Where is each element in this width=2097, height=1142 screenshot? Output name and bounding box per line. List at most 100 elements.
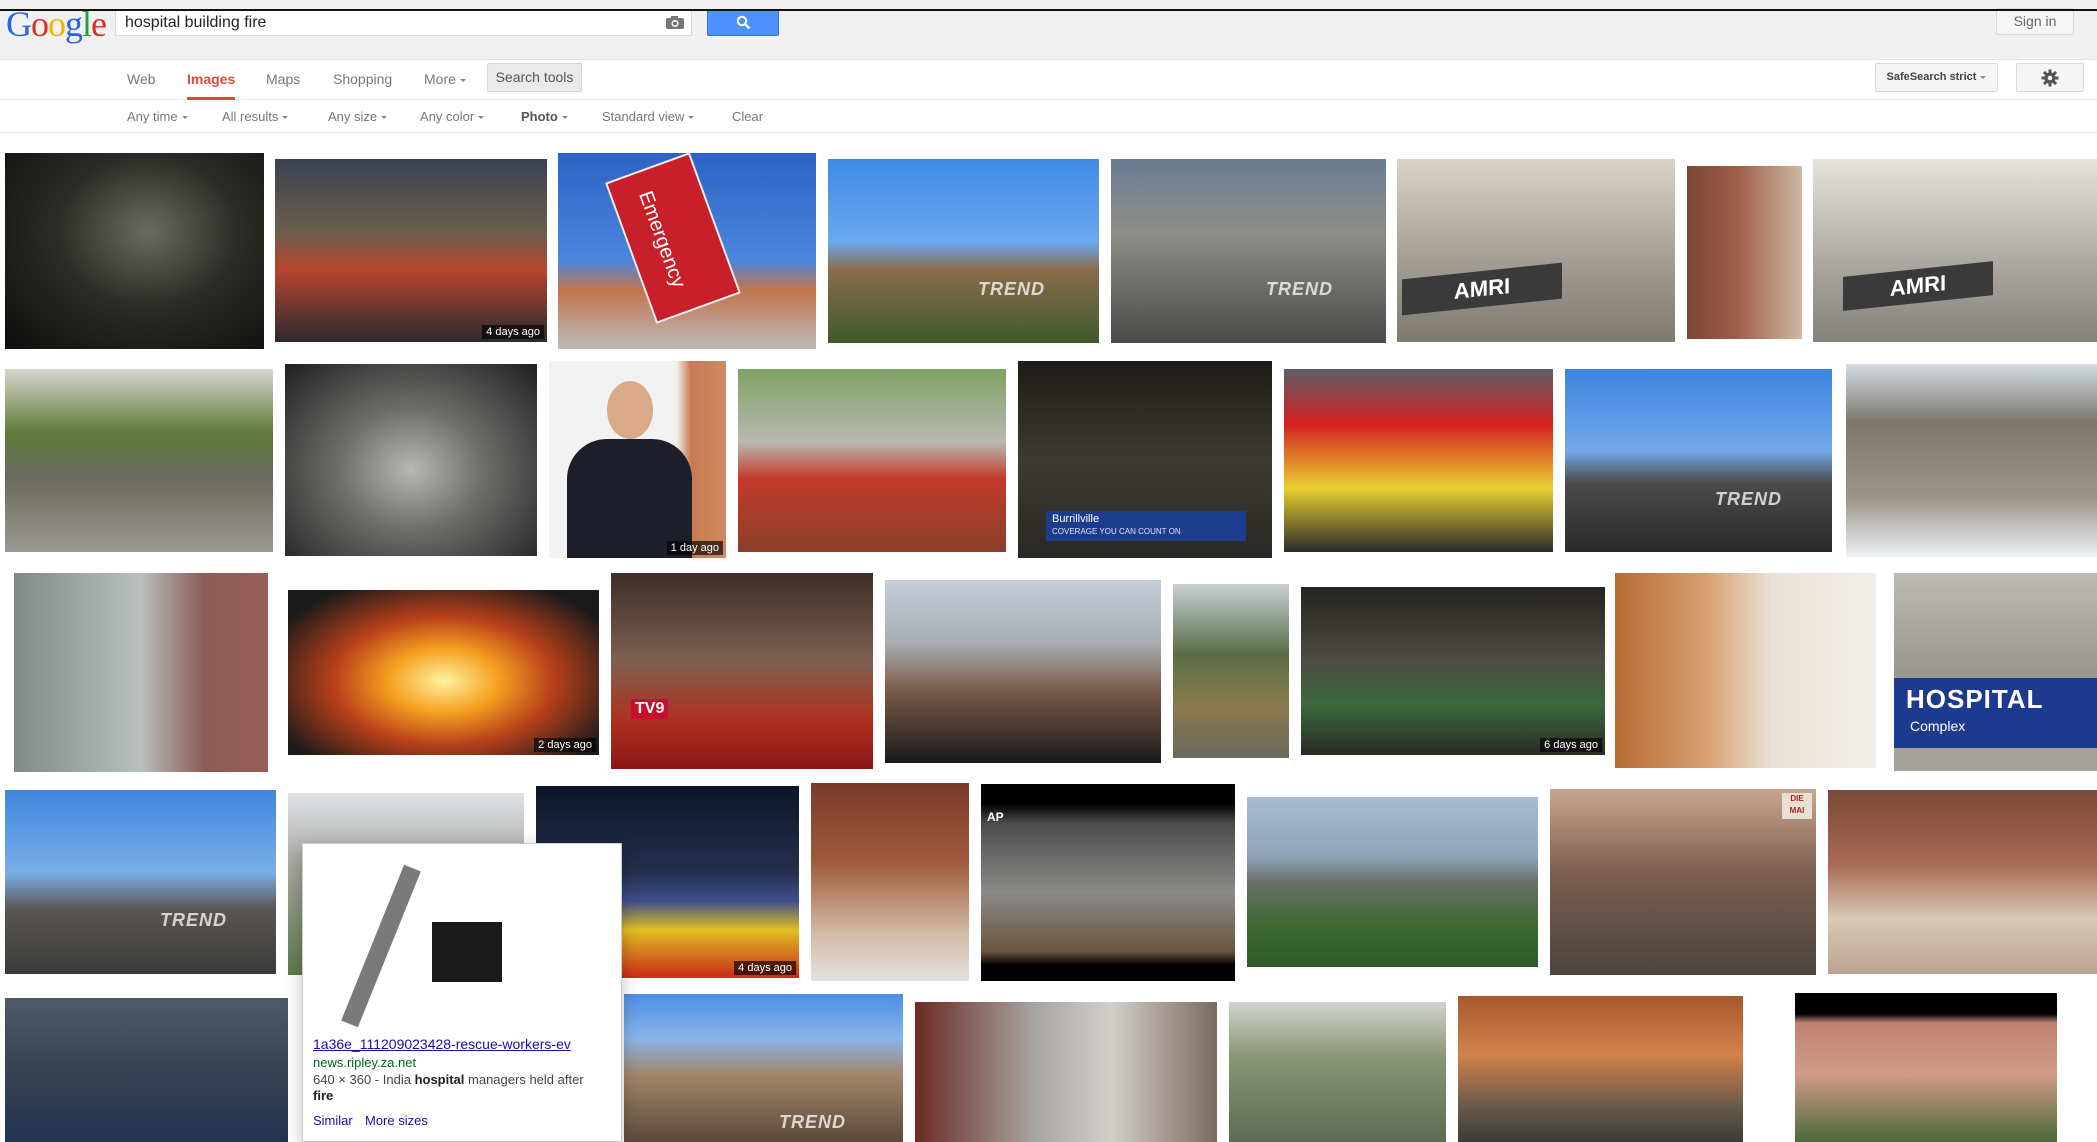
- filter-any-size[interactable]: Any size: [328, 109, 388, 124]
- image-result[interactable]: [915, 1002, 1217, 1142]
- settings-button[interactable]: [2016, 63, 2084, 92]
- image-result[interactable]: AMRI: [1813, 159, 2097, 342]
- result-thumbnail: [1565, 369, 1832, 552]
- result-thumbnail: [1247, 797, 1538, 967]
- result-thumbnail: [915, 1002, 1217, 1142]
- image-result[interactable]: TREND: [5, 790, 276, 974]
- similar-link[interactable]: Similar: [313, 1113, 353, 1128]
- tab-shopping[interactable]: Shopping: [333, 69, 392, 100]
- image-result[interactable]: 6 days ago: [1301, 587, 1605, 755]
- filter-type-photo[interactable]: Photo: [521, 109, 568, 124]
- preview-image[interactable]: [312, 862, 614, 1030]
- trend-watermark: TREND: [1266, 279, 1333, 299]
- tab-web[interactable]: Web: [127, 69, 156, 100]
- image-preview-card[interactable]: 1a36e_111209023428-rescue-workers-ev new…: [302, 843, 622, 1142]
- hospital-sign-text: HOSPITAL: [1906, 684, 2044, 714]
- image-result[interactable]: TREND: [1565, 369, 1832, 552]
- image-result[interactable]: [1229, 1002, 1446, 1142]
- image-result[interactable]: [5, 369, 273, 552]
- result-thumbnail: [1111, 159, 1386, 343]
- tab-more[interactable]: More: [424, 69, 466, 100]
- image-result[interactable]: AMRI: [1397, 159, 1675, 342]
- search-nav: Web Images Maps Shopping More Search too…: [0, 60, 2097, 100]
- filter-label: Standard view: [602, 109, 685, 124]
- safesearch-dropdown[interactable]: SafeSearch strict: [1875, 63, 1998, 92]
- image-result[interactable]: Emergency: [558, 153, 816, 349]
- image-result[interactable]: TV9: [611, 573, 873, 769]
- age-badge: 1 day ago: [666, 541, 723, 555]
- result-thumbnail: [1173, 584, 1289, 758]
- result-thumbnail: [1229, 1002, 1446, 1142]
- sign-in-button[interactable]: Sign in: [1996, 8, 2074, 35]
- search-tools-bar: Any time All results Any size Any color …: [0, 100, 2097, 133]
- chevron-down-icon: [381, 116, 388, 120]
- age-badge: 6 days ago: [1540, 738, 1602, 752]
- tab-maps[interactable]: Maps: [266, 69, 300, 100]
- result-thumbnail: [611, 573, 873, 769]
- tab-images[interactable]: Images: [187, 69, 236, 100]
- safesearch-label: SafeSearch strict: [1886, 71, 1977, 83]
- preview-site-url[interactable]: news.ripley.za.net: [313, 1055, 416, 1070]
- image-result[interactable]: [811, 783, 969, 981]
- image-result[interactable]: [1458, 996, 1743, 1142]
- result-thumbnail: [1550, 789, 1816, 975]
- image-result[interactable]: [1173, 584, 1289, 758]
- image-result[interactable]: [5, 998, 288, 1142]
- image-result[interactable]: TREND: [828, 159, 1099, 343]
- emergency-sign-text: Emergency: [634, 188, 690, 291]
- image-result[interactable]: TREND: [1111, 159, 1386, 343]
- google-images-page: Google Sign in Web Images Maps Shopping …: [0, 0, 2097, 1142]
- filter-any-time[interactable]: Any time: [127, 109, 188, 124]
- search-box[interactable]: [115, 9, 692, 36]
- result-thumbnail: [275, 159, 547, 342]
- chevron-down-icon: [478, 116, 485, 120]
- hospital-sign-subtext: Complex: [1910, 718, 1966, 734]
- chevron-down-icon: [1980, 75, 1987, 79]
- desc-text: 640 × 360 - India: [313, 1072, 415, 1087]
- image-result[interactable]: [885, 580, 1161, 763]
- image-result[interactable]: [14, 573, 268, 772]
- result-thumbnail: [285, 364, 537, 556]
- image-result[interactable]: 1 day ago: [549, 361, 726, 558]
- image-result[interactable]: [1828, 790, 2097, 974]
- image-result[interactable]: HOSPITAL Complex: [1894, 573, 2097, 771]
- filter-any-color[interactable]: Any color: [420, 109, 485, 124]
- image-result[interactable]: [1687, 166, 1802, 339]
- search-button[interactable]: [707, 9, 779, 36]
- result-thumbnail: [1397, 159, 1675, 342]
- search-input[interactable]: [125, 12, 645, 33]
- filter-all-results[interactable]: All results: [222, 109, 289, 124]
- image-result[interactable]: DIE MAI: [1550, 789, 1816, 975]
- chevron-down-icon: [282, 116, 289, 120]
- search-tools-button[interactable]: Search tools: [487, 63, 582, 92]
- image-result[interactable]: 2 days ago: [288, 590, 599, 755]
- image-result[interactable]: [1795, 993, 2057, 1142]
- result-thumbnail: [1687, 166, 1802, 339]
- result-thumbnail: [288, 590, 599, 755]
- desc-bold: fire: [313, 1088, 334, 1103]
- image-result[interactable]: [1284, 369, 1553, 552]
- image-result[interactable]: [1615, 573, 1876, 768]
- image-result[interactable]: [285, 364, 537, 556]
- image-result[interactable]: [1247, 797, 1538, 967]
- filter-standard-view[interactable]: Standard view: [602, 109, 695, 124]
- result-thumbnail: [1795, 993, 2057, 1142]
- camera-icon[interactable]: [665, 15, 685, 30]
- more-sizes-link[interactable]: More sizes: [365, 1113, 428, 1128]
- chevron-down-icon: [459, 78, 466, 82]
- image-result[interactable]: [738, 369, 1006, 552]
- image-result[interactable]: 4 days ago: [275, 159, 547, 342]
- tv-location-text: Burrillville: [1052, 513, 1100, 525]
- image-result[interactable]: TREND: [624, 994, 903, 1142]
- die-mai-sign: DIE MAI: [1782, 793, 1812, 819]
- result-thumbnail: [1301, 587, 1605, 755]
- image-result[interactable]: [5, 153, 264, 349]
- image-result[interactable]: Burrillville COVERAGE YOU CAN COUNT ON: [1018, 361, 1272, 558]
- clear-filters-link[interactable]: Clear: [732, 109, 763, 124]
- desc-text: managers held after: [464, 1072, 584, 1087]
- image-result[interactable]: [1846, 364, 2097, 557]
- preview-title-link[interactable]: 1a36e_111209023428-rescue-workers-ev: [313, 1036, 618, 1052]
- tab-more-label: More: [424, 71, 456, 87]
- image-result[interactable]: AP: [981, 784, 1235, 981]
- trend-watermark: TREND: [779, 1112, 846, 1132]
